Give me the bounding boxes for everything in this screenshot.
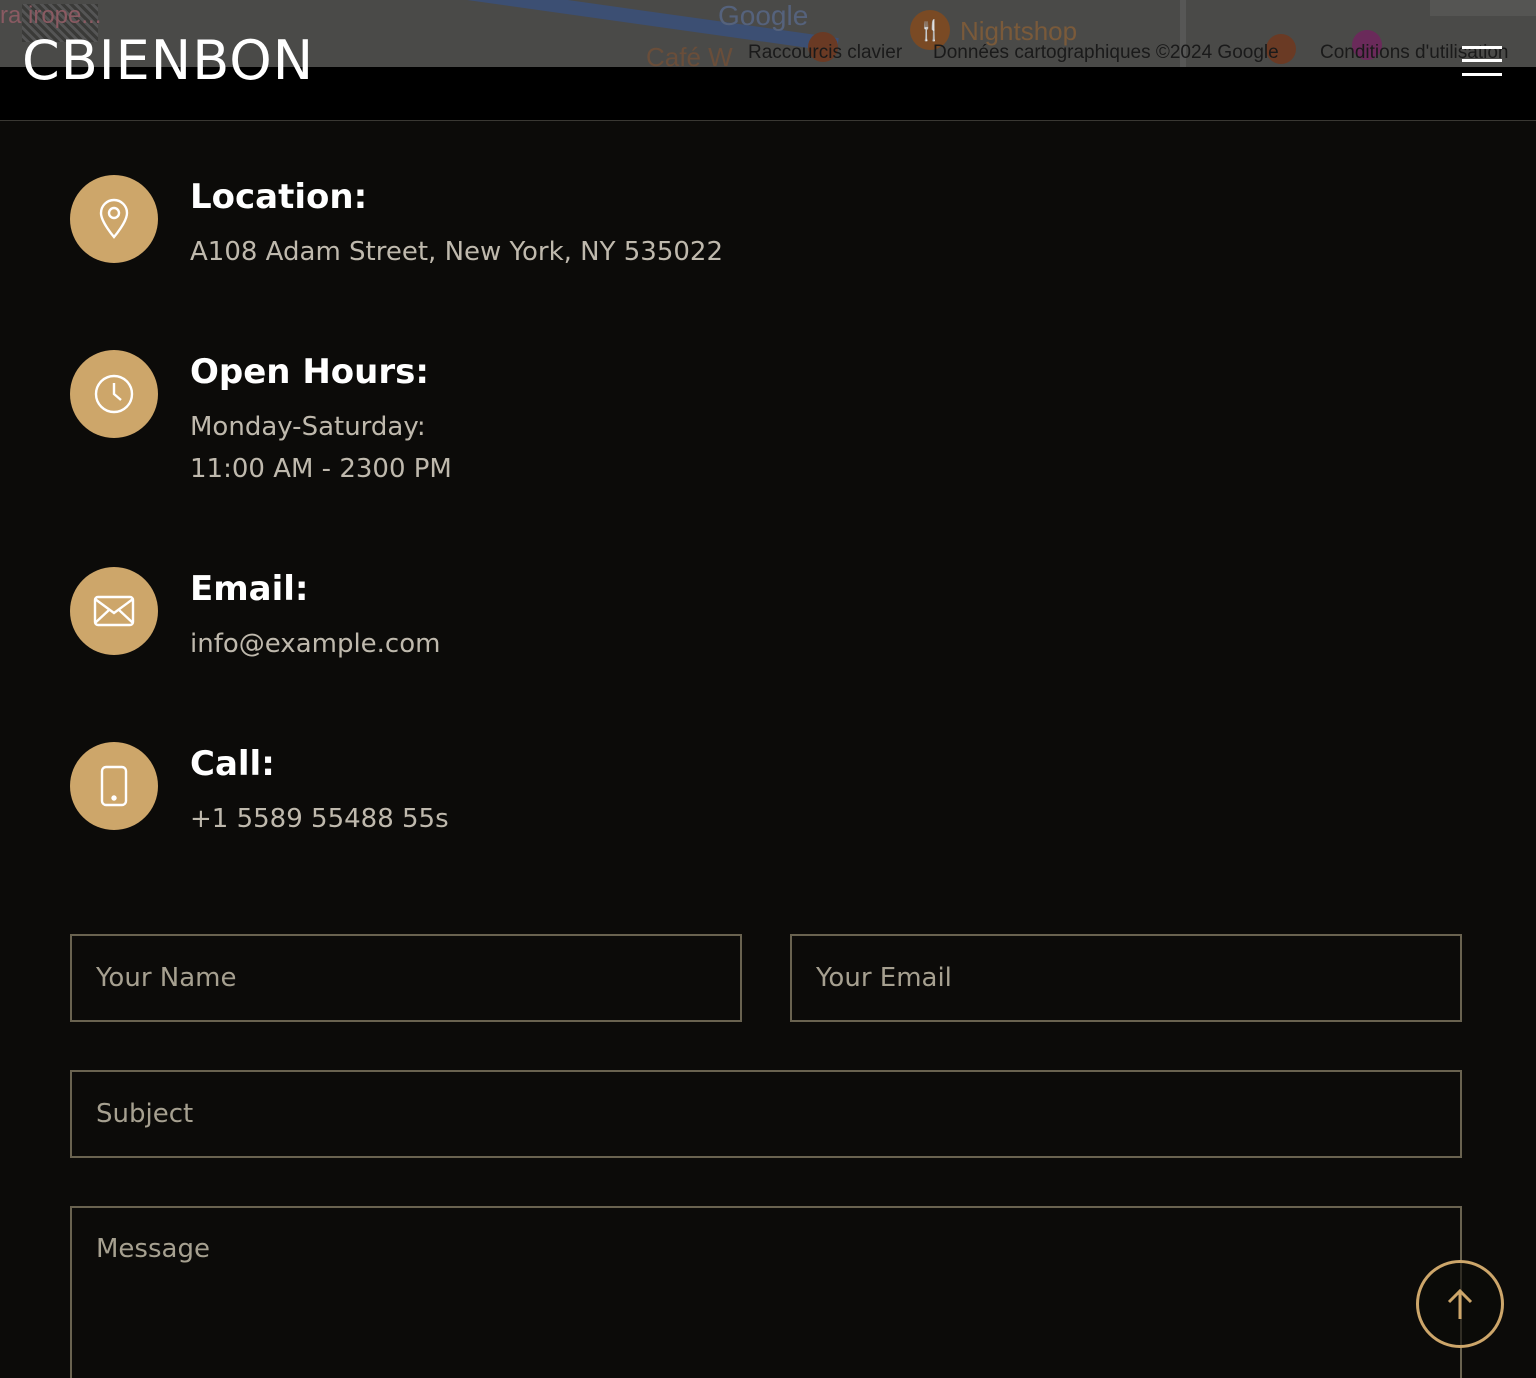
location-address: A108 Adam Street, New York, NY 535022 (190, 237, 723, 267)
envelope-icon (70, 567, 158, 655)
map-pin-icon (70, 175, 158, 263)
email-title: Email: (190, 569, 309, 609)
clock-icon (70, 350, 158, 438)
phone-number[interactable]: +1 5589 55488 55s (190, 798, 449, 840)
location-title: Location: (190, 177, 368, 217)
name-input[interactable] (70, 934, 742, 1022)
back-to-top-button[interactable] (1416, 1260, 1504, 1348)
arrow-up-icon (1447, 1288, 1473, 1319)
email-address[interactable]: info@example.com (190, 623, 440, 665)
hours-time: 11:00 AM - 2300 PM (190, 454, 452, 484)
hours-days: Monday-Saturday: (190, 412, 426, 442)
call-title: Call: (190, 744, 275, 784)
email-input[interactable] (790, 934, 1462, 1022)
message-textarea[interactable] (70, 1206, 1462, 1378)
smartphone-icon (70, 742, 158, 830)
subject-input[interactable] (70, 1070, 1462, 1158)
site-logo[interactable]: CBIENBON (22, 30, 314, 92)
site-header: CBIENBON (0, 0, 1536, 121)
hours-title: Open Hours: (190, 352, 429, 392)
hamburger-menu-icon[interactable] (1462, 44, 1502, 78)
